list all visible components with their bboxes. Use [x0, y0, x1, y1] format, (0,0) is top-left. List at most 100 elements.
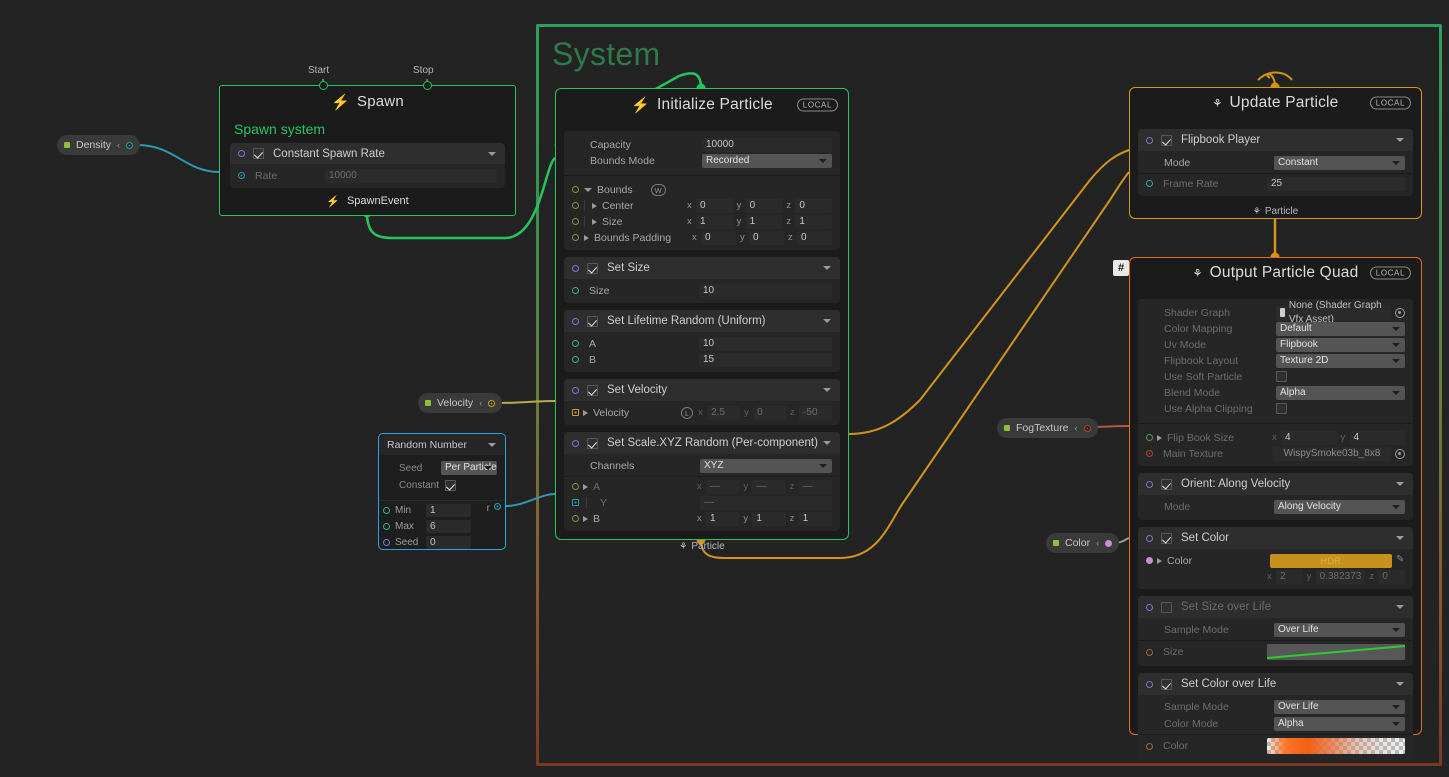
block-port-icon[interactable] — [1146, 534, 1153, 542]
parameter-node-color[interactable]: Color ‹ — [1046, 533, 1120, 553]
block-port-icon[interactable] — [572, 317, 579, 325]
constant-checkbox[interactable] — [445, 479, 456, 491]
parameter-output-port[interactable] — [1083, 424, 1091, 432]
orient-mode-dropdown[interactable]: Along Velocity — [1274, 500, 1405, 514]
block-enable-checkbox[interactable] — [1161, 134, 1172, 146]
row-size-curve[interactable]: Size — [1138, 643, 1413, 661]
velocity-x-input[interactable]: 2.5 — [707, 405, 741, 420]
lifetime-a-input[interactable]: 10 — [699, 336, 832, 351]
row-bounds-mode[interactable]: Bounds Mode Recorded — [564, 153, 840, 168]
block-set-velocity[interactable]: Set Velocity Velocity L x 2.5 y0 z -50 — [564, 379, 840, 425]
row-seed-mode[interactable]: Seed Per Particle — [387, 461, 497, 475]
eyedropper-icon[interactable]: ✎ — [1396, 555, 1405, 566]
color-mapping-dropdown[interactable]: Default — [1276, 321, 1405, 336]
row-size[interactable]: Size 10 — [564, 283, 840, 298]
object-picker-icon[interactable] — [1395, 448, 1405, 459]
output-node-hash-badge[interactable]: # — [1113, 260, 1129, 276]
random-output-port[interactable] — [494, 503, 501, 510]
expand-triangle-icon[interactable] — [583, 483, 588, 490]
flipbook-size-y-input[interactable]: 4 — [1349, 430, 1405, 445]
center-y-input[interactable]: 0 — [745, 198, 783, 213]
scale-b-x-input[interactable]: 1 — [706, 511, 740, 526]
row-size-sample-mode[interactable]: Sample Mode Over Life — [1138, 622, 1413, 638]
graph-canvas[interactable]: System Density ‹ Velocity ‹ FogTexture ‹… — [0, 0, 1449, 777]
padding-x-input[interactable]: 0 — [701, 230, 736, 245]
block-port-icon[interactable] — [572, 439, 579, 447]
block-constant-spawn-rate[interactable]: Constant Spawn Rate Rate 10000 — [230, 143, 505, 188]
scale-a-y-value-input[interactable]: — — [700, 495, 832, 510]
row-input-port[interactable] — [572, 202, 579, 209]
row-colorlife-sample-mode[interactable]: Sample Mode Over Life — [1138, 699, 1413, 715]
chevron-down-icon[interactable] — [1396, 682, 1404, 686]
scale-b-y-input[interactable]: 1 — [752, 511, 786, 526]
color-swatch-hdr[interactable]: HDR — [1270, 553, 1392, 568]
row-input-port[interactable] — [572, 234, 579, 241]
seed-mode-dropdown[interactable]: Per Particle — [441, 461, 497, 475]
seed-input[interactable]: 0 — [426, 535, 471, 549]
frame-rate-input[interactable]: 25 — [1267, 176, 1405, 191]
row-color-vector[interactable]: x2 y 0.382373 z0 — [1138, 569, 1413, 584]
row-seed-value[interactable]: Seed 0 — [383, 535, 471, 549]
block-header[interactable]: Set Color over Life — [1138, 673, 1413, 695]
row-orient-mode[interactable]: Mode Along Velocity — [1138, 499, 1413, 515]
row-scale-a-y[interactable]: Y — — [564, 495, 840, 510]
row-lifetime-a[interactable]: A 10 — [564, 336, 840, 351]
row-lifetime-b[interactable]: B 15 — [564, 352, 840, 367]
update-particle-node[interactable]: ⚘ Update Particle LOCAL Flipbook Player … — [1129, 87, 1422, 219]
row-input-port[interactable] — [572, 340, 579, 347]
row-input-port[interactable] — [1146, 557, 1153, 564]
scale-a-x-input[interactable]: — — [706, 479, 740, 494]
block-set-size[interactable]: Set Size Size 10 — [564, 257, 840, 303]
center-z-input[interactable]: 0 — [795, 198, 833, 213]
chevron-down-icon[interactable] — [823, 441, 831, 445]
rate-input[interactable]: 10000 — [325, 168, 497, 183]
parameter-output-port[interactable] — [488, 399, 496, 407]
block-port-icon[interactable] — [572, 386, 579, 394]
row-input-port[interactable] — [1146, 648, 1153, 656]
spawn-node[interactable]: Start Stop ⚡ Spawn Spawn system Constant… — [219, 65, 516, 216]
row-input-port[interactable] — [1146, 450, 1153, 457]
row-capacity[interactable]: Capacity 10000 — [564, 137, 840, 152]
row-shader-graph[interactable]: Shader Graph None (Shader Graph Vfx Asse… — [1138, 300, 1413, 325]
colorlife-sample-mode-dropdown[interactable]: Over Life — [1274, 700, 1405, 714]
block-port-icon[interactable] — [1146, 680, 1153, 688]
bounds-size-y-input[interactable]: 1 — [745, 214, 783, 229]
min-input[interactable]: 1 — [426, 503, 471, 517]
row-input-port[interactable] — [238, 172, 245, 179]
scale-a-y-input[interactable]: — — [752, 479, 786, 494]
block-header[interactable]: Constant Spawn Rate — [230, 143, 505, 164]
row-input-port[interactable] — [572, 186, 579, 193]
row-colorlife-gradient[interactable]: Color — [1138, 737, 1413, 755]
block-enable-checkbox[interactable] — [587, 437, 598, 449]
row-use-alpha-clipping[interactable]: Use Alpha Clipping — [1138, 401, 1413, 416]
row-input-port[interactable] — [1146, 434, 1153, 441]
row-input-port[interactable] — [383, 538, 390, 546]
row-bounds-size[interactable]: Size x1 y1 z1 — [564, 214, 840, 229]
row-bounds-padding[interactable]: Bounds Padding x0 y0 z0 — [564, 230, 840, 245]
block-flipbook-player[interactable]: Flipbook Player Mode Constant Frame Rate… — [1138, 129, 1413, 196]
block-set-color-over-life[interactable]: Set Color over Life Sample Mode Over Lif… — [1138, 673, 1413, 760]
color-y-input[interactable]: 0.382373 — [1315, 569, 1366, 584]
chevron-down-icon[interactable] — [488, 151, 496, 156]
row-color-mapping[interactable]: Color Mapping Default — [1138, 321, 1413, 336]
block-header[interactable]: Set Size over Life — [1138, 596, 1413, 618]
block-header[interactable]: Flipbook Player — [1138, 129, 1413, 151]
row-input-port[interactable] — [572, 287, 579, 294]
chevron-down-icon[interactable] — [1396, 605, 1404, 609]
block-enable-checkbox[interactable] — [587, 384, 598, 396]
row-input-port[interactable] — [572, 483, 579, 490]
capacity-input[interactable]: 10000 — [702, 137, 832, 152]
row-color[interactable]: Color HDR ✎ — [1138, 553, 1413, 568]
block-header[interactable]: Set Velocity — [564, 379, 840, 401]
block-header[interactable]: Set Scale.XYZ Random (Per-component) — [564, 432, 840, 454]
row-input-port[interactable] — [383, 522, 390, 530]
initialize-particle-node[interactable]: ⚡ Initialize Particle LOCAL Capacity 100… — [555, 88, 849, 552]
chevron-down-icon[interactable] — [823, 319, 831, 323]
expand-triangle-icon[interactable] — [584, 187, 592, 192]
block-port-icon[interactable] — [1146, 603, 1153, 611]
block-header[interactable]: Orient: Along Velocity — [1138, 473, 1413, 495]
space-badge[interactable]: W — [650, 183, 666, 196]
size-sample-mode-dropdown[interactable]: Over Life — [1274, 623, 1405, 637]
uv-mode-dropdown[interactable]: Flipbook — [1276, 337, 1405, 352]
block-set-color[interactable]: Set Color Color HDR ✎ x2 y 0.382373 z 0 — [1138, 527, 1413, 589]
